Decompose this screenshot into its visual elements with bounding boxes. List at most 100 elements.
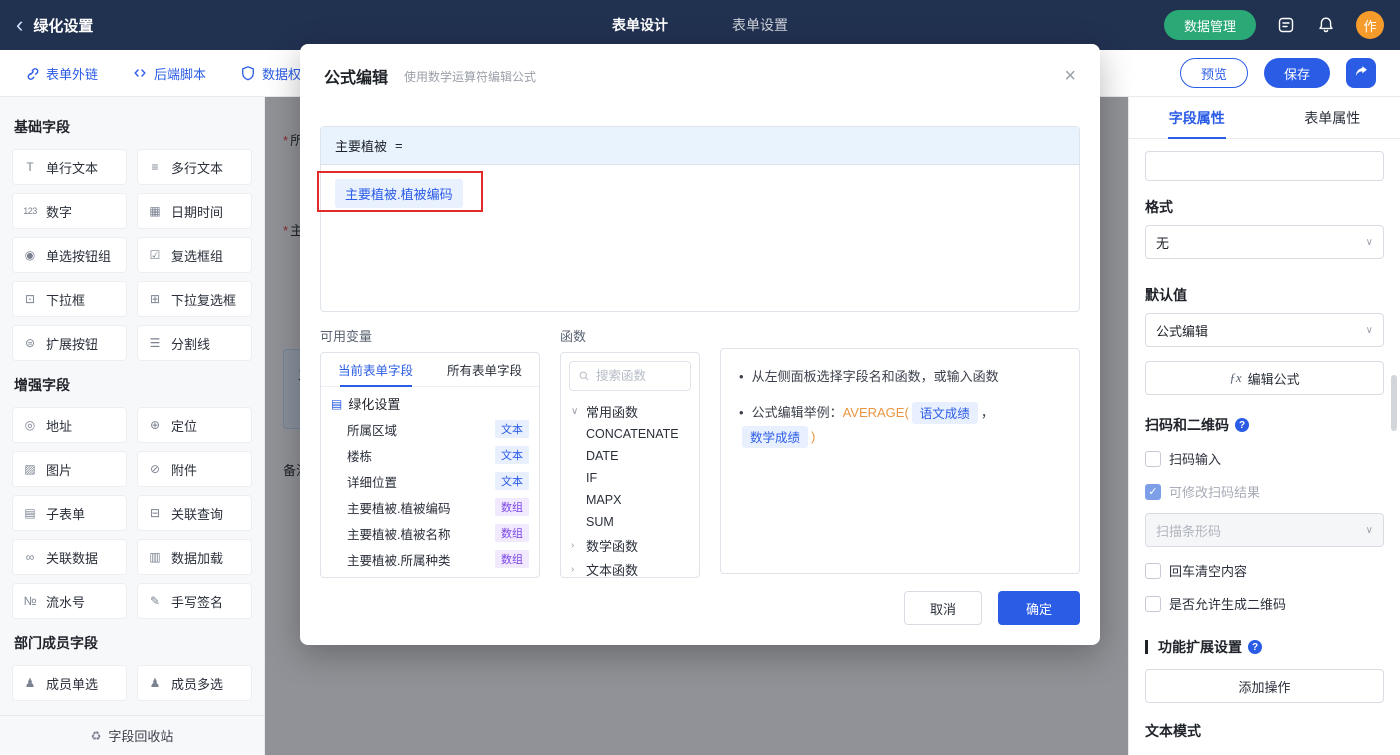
type-tag: 文本 (495, 420, 529, 438)
default-value-select[interactable]: 公式编辑 ∨ (1145, 313, 1384, 347)
type-tag: 文本 (495, 472, 529, 490)
extend-button-icon: ⊜ (24, 336, 36, 350)
function-group-text[interactable]: › 文本函数 (561, 557, 699, 578)
checkbox-icon (1145, 595, 1161, 612)
field-item-serial-number[interactable]: № 流水号 (12, 583, 127, 619)
example-field-chip: 数学成绩 (742, 426, 809, 448)
bullet-icon: • (739, 369, 744, 384)
tab-form-settings[interactable]: 表单设置 (732, 15, 788, 35)
field-item-member-multi[interactable]: ♟ 成员多选 (137, 665, 252, 701)
barcode-select[interactable]: 扫描条形码 ∨ (1145, 513, 1384, 547)
checkbox-enter-clear[interactable]: 回车清空内容 (1145, 561, 1384, 580)
field-item-divider[interactable]: ☰ 分割线 (137, 325, 252, 361)
function-item[interactable]: IF (561, 467, 699, 489)
tab-current-form-fields[interactable]: 当前表单字段 (321, 353, 430, 386)
location-icon: ⊕ (149, 418, 161, 432)
example-function-close: ) (811, 429, 816, 444)
function-item[interactable]: CONCATENATE (561, 423, 699, 445)
variables-form-root[interactable]: ▤ 绿化设置 (321, 387, 539, 416)
format-select[interactable]: 无 ∨ (1145, 225, 1384, 259)
field-item-address[interactable]: ◎ 地址 (12, 407, 127, 443)
image-icon: ▨ (24, 462, 36, 476)
variable-row[interactable]: 楼栋 文本 (321, 442, 539, 468)
form-external-link[interactable]: 表单外链 (24, 64, 98, 83)
hint-line-1: • 从左侧面板选择字段名和函数，或输入函数 (739, 365, 1061, 389)
example-field-chip: 语文成绩 (911, 402, 978, 424)
function-group-common[interactable]: ∨ 常用函数 (561, 399, 699, 423)
back-icon[interactable]: ‹ (16, 14, 23, 36)
field-item-image[interactable]: ▨ 图片 (12, 451, 127, 487)
linked-data-icon: ∞ (25, 550, 35, 564)
field-item-attachment[interactable]: ⊘ 附件 (137, 451, 252, 487)
field-item-subform[interactable]: ▤ 子表单 (12, 495, 127, 531)
field-item-linked-data[interactable]: ∞ 关联数据 (12, 539, 127, 575)
hint-spacer (720, 326, 1080, 341)
app-icon[interactable] (1276, 15, 1296, 35)
divider-icon: ☰ (149, 336, 161, 350)
hint-line-2: • 公式编辑举例： AVERAGE( 语文成绩 ， 数学成绩 ) (739, 401, 1061, 449)
search-input[interactable] (596, 369, 682, 383)
field-title-input[interactable] (1145, 151, 1384, 181)
checkbox-allow-qrcode[interactable]: 是否允许生成二维码 (1145, 594, 1384, 613)
field-item-data-load[interactable]: ▥ 数据加载 (137, 539, 252, 575)
field-item-datetime[interactable]: ▦ 日期时间 (137, 193, 252, 229)
field-item-multi-line-text[interactable]: ≡ 多行文本 (137, 149, 252, 185)
tab-field-properties[interactable]: 字段属性 (1129, 97, 1265, 138)
edit-formula-button[interactable]: ƒx 编辑公式 (1145, 361, 1384, 395)
variable-row[interactable]: 详细位置 文本 (321, 468, 539, 494)
close-icon[interactable]: × (1064, 66, 1076, 86)
section-title-members: 部门成员字段 (14, 635, 98, 651)
help-icon[interactable]: ? (1235, 418, 1249, 432)
shield-icon (242, 66, 254, 81)
field-item-radio-group[interactable]: ◉ 单选按钮组 (12, 237, 127, 273)
confirm-button[interactable]: 确定 (998, 591, 1080, 625)
app-header: ‹ 绿化设置 表单设计 表单设置 数据管理 作 (0, 0, 1400, 50)
tab-all-form-fields[interactable]: 所有表单字段 (430, 353, 539, 386)
function-search[interactable] (569, 361, 691, 391)
field-item-multi-dropdown[interactable]: ⊞ 下拉复选框 (137, 281, 252, 317)
cancel-button[interactable]: 取消 (904, 591, 982, 625)
field-item-number[interactable]: 123 数字 (12, 193, 127, 229)
preview-button[interactable]: 预览 (1179, 58, 1248, 88)
field-item-signature[interactable]: ✎ 手写签名 (137, 583, 252, 619)
field-palette: 基础字段 T 单行文本 ≡ 多行文本 123 数字 ▦ 日期时间 ◉ 单选按钮组 ☑ 复选框… (0, 97, 265, 755)
caret-right-icon: › (571, 563, 575, 575)
avatar[interactable]: 作 (1356, 11, 1384, 39)
function-item[interactable]: MAPX (561, 489, 699, 511)
function-group-math[interactable]: › 数学函数 (561, 533, 699, 557)
tab-form-design[interactable]: 表单设计 (612, 15, 668, 35)
field-item-location[interactable]: ⊕ 定位 (137, 407, 252, 443)
formula-field-chip[interactable]: 主要植被.植被编码 (335, 179, 463, 208)
backend-script-link[interactable]: 后端脚本 (132, 64, 206, 83)
data-manage-button[interactable]: 数据管理 (1163, 10, 1256, 40)
function-item[interactable]: SUM (561, 511, 699, 533)
variable-row[interactable]: 主要植被.植被编码 数组 (321, 494, 539, 520)
text-icon: T (26, 160, 34, 174)
tab-form-properties[interactable]: 表单属性 (1265, 97, 1400, 138)
checkbox-scan-modifiable[interactable]: ✓ 可修改扫码结果 (1145, 482, 1384, 501)
checkbox-scan-input[interactable]: 扫码输入 (1145, 449, 1384, 468)
help-icon[interactable]: ? (1248, 640, 1262, 654)
field-item-checkbox-group[interactable]: ☑ 复选框组 (137, 237, 252, 273)
caret-right-icon: › (571, 539, 575, 551)
variable-row[interactable]: 所属区域 文本 (321, 416, 539, 442)
variable-row[interactable]: 主要植被.植被名称 数组 (321, 520, 539, 546)
field-item-single-line-text[interactable]: T 单行文本 (12, 149, 127, 185)
scrollbar-thumb[interactable] (1391, 375, 1397, 431)
formula-input-area[interactable]: 主要植被.植被编码 (321, 165, 1079, 222)
variable-row[interactable]: 主要植被.所属种类 数组 (321, 546, 539, 572)
search-icon (579, 371, 589, 381)
add-action-button[interactable]: 添加操作 (1145, 669, 1384, 703)
bell-icon[interactable] (1316, 15, 1336, 35)
field-item-extend-button[interactable]: ⊜ 扩展按钮 (12, 325, 127, 361)
field-item-linked-query[interactable]: ⊟ 关联查询 (137, 495, 252, 531)
field-item-dropdown[interactable]: ⊡ 下拉框 (12, 281, 127, 317)
linked-query-icon: ⊟ (149, 506, 161, 520)
field-recycle-bin[interactable]: ♻ 字段回收站 (0, 715, 264, 755)
field-item-member-single[interactable]: ♟ 成员单选 (12, 665, 127, 701)
section-title-basic: 基础字段 (14, 119, 70, 135)
function-item[interactable]: DATE (561, 445, 699, 467)
link-icon (27, 68, 39, 80)
save-button[interactable]: 保存 (1263, 58, 1330, 88)
share-button[interactable] (1346, 58, 1376, 88)
